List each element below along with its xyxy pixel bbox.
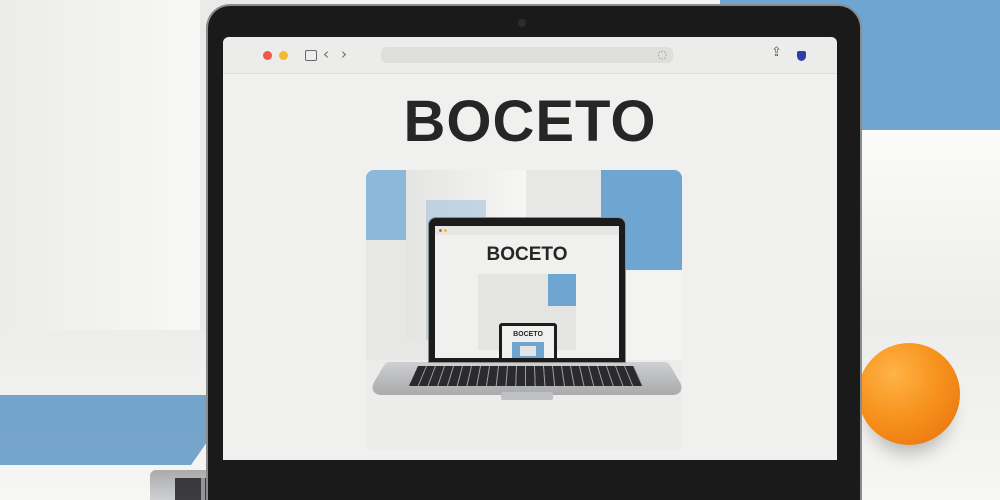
nested-hero-image: BOCETO — [478, 274, 576, 358]
nested-hero-sky — [548, 274, 576, 306]
refresh-icon[interactable]: ◌ — [657, 49, 667, 61]
camera-icon — [518, 19, 526, 27]
minimize-window-button[interactable] — [279, 51, 288, 60]
nested-laptop-screen: BOCETO BOCETO — [435, 226, 619, 358]
back-button[interactable]: ‹ — [323, 45, 329, 63]
nested-page-title: BOCETO — [486, 244, 568, 265]
nested-laptop-trackpad — [501, 392, 553, 400]
address-bar[interactable]: ◌ — [381, 47, 673, 63]
hero-image: BOCETO BOCETO — [366, 170, 682, 450]
browser-toolbar: ‹ › ◌ ⇪ — [223, 37, 837, 74]
share-icon[interactable]: ⇪ — [771, 45, 782, 61]
nested2-page-title: BOCETO — [513, 331, 543, 338]
orange-fruit — [858, 343, 960, 445]
close-window-button[interactable] — [263, 51, 272, 60]
page-title: BOCETO — [403, 89, 657, 154]
forward-button[interactable]: › — [341, 45, 347, 63]
shield-icon[interactable] — [797, 51, 806, 61]
nested-minimize-dot — [444, 229, 447, 232]
sidebar-toggle-icon[interactable] — [305, 50, 317, 61]
nested-laptop-keyboard — [408, 366, 644, 386]
nested2-hero-image — [512, 342, 544, 358]
hero-block — [616, 270, 682, 360]
hero-sky-left — [366, 170, 406, 240]
nested-browser-toolbar — [435, 226, 619, 235]
nested-close-dot — [439, 229, 442, 232]
nested2-hero-inner — [520, 346, 536, 356]
laptop-screen: ‹ › ◌ ⇪ BOCETO BOCETO BOCETO — [223, 37, 837, 460]
nested2-laptop-screen: BOCETO — [502, 326, 554, 358]
